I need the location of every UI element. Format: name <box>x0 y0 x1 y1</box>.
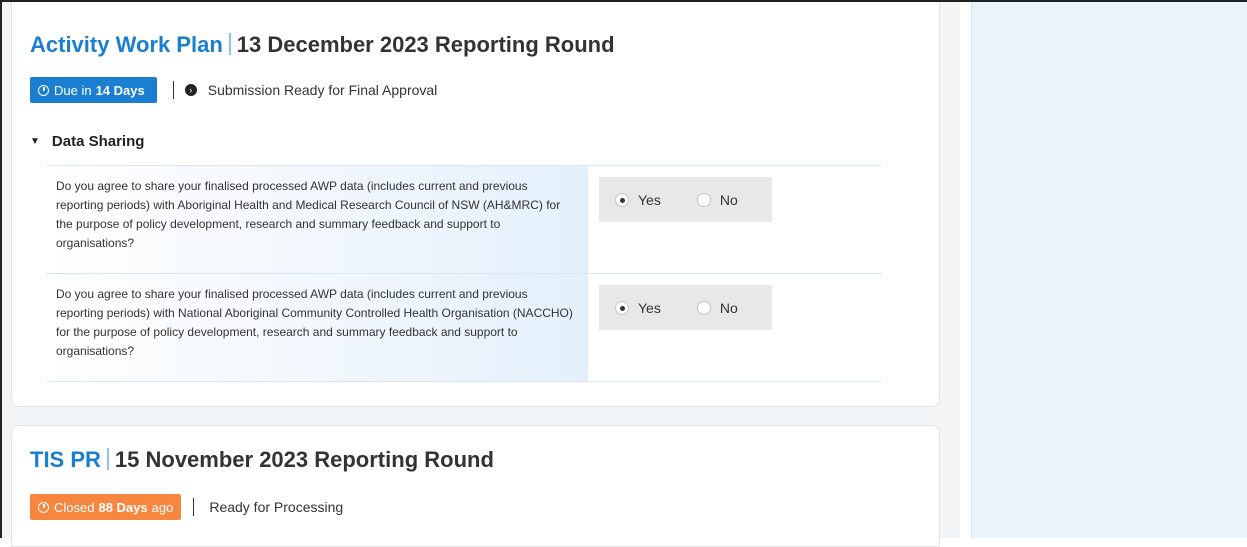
submission-status: Submission Ready for Final Approval <box>207 82 438 98</box>
status-divider <box>193 498 195 516</box>
reporting-round-card: TIS PR 15 November 2023 Reporting Round C… <box>11 425 940 547</box>
clock-icon <box>38 84 49 96</box>
data-sharing-section-toggle[interactable]: ▼ Data Sharing <box>30 133 144 150</box>
yes-label: Yes <box>638 191 661 208</box>
no-radio[interactable] <box>696 192 711 207</box>
caret-down-icon: ▼ <box>30 136 40 147</box>
due-badge: Due in 14 Days <box>30 77 157 103</box>
yes-radio[interactable] <box>615 300 629 315</box>
activity-work-plan-link[interactable]: Activity Work Plan <box>30 32 223 57</box>
section-title: Data Sharing <box>51 133 145 150</box>
no-radio[interactable] <box>696 300 711 315</box>
card-title: Activity Work Plan 13 December 2023 Repor… <box>30 32 615 58</box>
status-row: Closed 88 Days ago Ready for Processing <box>30 494 343 520</box>
closed-badge: Closed 88 Days ago <box>30 494 182 520</box>
status-divider <box>172 81 174 99</box>
clock-icon <box>38 501 49 513</box>
badge-count: 88 Days <box>98 499 148 515</box>
reporting-round-title: 15 November 2023 Reporting Round <box>114 447 494 472</box>
question-text: Do you agree to share your finalised pro… <box>46 166 588 273</box>
badge-prefix: Closed <box>54 499 95 515</box>
badge-prefix: Due in <box>54 82 92 98</box>
question-row: Do you agree to share your finalised pro… <box>46 274 882 382</box>
reporting-round-title: 13 December 2023 Reporting Round <box>236 32 615 57</box>
no-option[interactable]: No <box>696 299 738 316</box>
badge-count: 14 Days <box>95 82 145 98</box>
title-divider <box>228 33 231 55</box>
answer-radio-group: Yes No <box>599 285 772 330</box>
title-divider <box>106 448 109 470</box>
status-row: Due in 14 Days › Submission Ready for Fi… <box>30 77 437 103</box>
no-label: No <box>719 191 738 208</box>
no-option[interactable]: No <box>696 191 738 208</box>
side-panel <box>971 2 1247 538</box>
no-label: No <box>719 299 738 316</box>
card-title: TIS PR 15 November 2023 Reporting Round <box>30 447 494 473</box>
question-text: Do you agree to share your finalised pro… <box>46 274 588 381</box>
yes-label: Yes <box>638 299 661 316</box>
reporting-round-card: Activity Work Plan 13 December 2023 Repor… <box>11 2 940 407</box>
yes-option[interactable]: Yes <box>615 192 661 208</box>
processing-status: Ready for Processing <box>209 499 344 515</box>
badge-suffix: ago <box>151 499 174 515</box>
data-sharing-questions: Do you agree to share your finalised pro… <box>46 165 882 382</box>
yes-option[interactable]: Yes <box>615 300 661 316</box>
question-row: Do you agree to share your finalised pro… <box>46 166 882 274</box>
yes-radio[interactable] <box>615 192 629 207</box>
tis-pr-link[interactable]: TIS PR <box>30 447 101 472</box>
answer-radio-group: Yes No <box>599 177 772 222</box>
chevron-right-circle-icon: › <box>184 84 197 96</box>
